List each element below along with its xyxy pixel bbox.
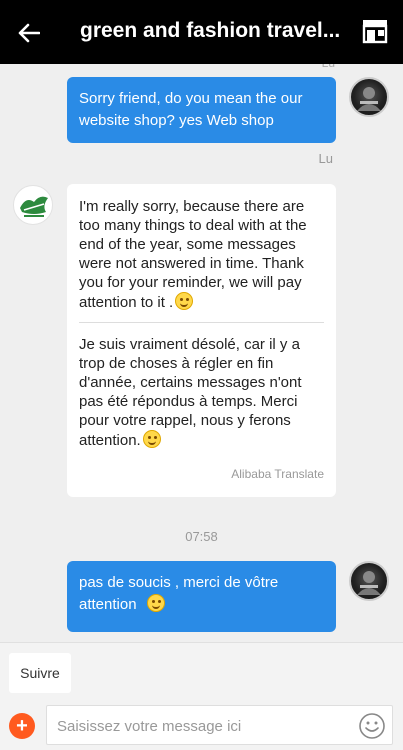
incoming-message[interactable]: I'm really sorry, because there are too …	[67, 184, 336, 497]
timestamp: 07:58	[185, 529, 218, 544]
chat-area[interactable]: Lu Sorry friend, do you mean the our web…	[0, 64, 403, 642]
avatar-image	[357, 87, 381, 111]
translation-divider	[79, 322, 324, 323]
message-input-box[interactable]	[46, 705, 393, 745]
avatar-image	[357, 571, 381, 595]
original-text: I'm really sorry, because there are too …	[79, 198, 307, 311]
quick-reply-button[interactable]: Suivre	[9, 653, 71, 693]
back-button[interactable]	[14, 18, 44, 48]
translated-text: Je suis vraiment désolé, car il y a trop…	[79, 336, 302, 449]
store-button[interactable]	[359, 16, 391, 46]
arrow-left-icon	[18, 23, 40, 43]
smiley-emoji-icon	[146, 594, 165, 612]
store-icon	[362, 20, 388, 44]
message-input[interactable]	[57, 714, 347, 738]
plus-icon: +	[16, 715, 28, 737]
conversation-title: green and fashion travel...	[80, 19, 341, 42]
shop-logo	[20, 196, 48, 217]
shop-avatar[interactable]	[13, 185, 53, 225]
message-text: pas de soucis , merci de vôtre attention	[79, 574, 279, 613]
sender-name: Lu	[318, 151, 333, 166]
emoji-icon[interactable]	[358, 712, 386, 740]
top-bar: green and fashion travel...	[0, 0, 403, 64]
smiley-emoji-icon	[175, 292, 194, 310]
smiley-emoji-icon	[142, 430, 161, 448]
message-text: Sorry friend, do you mean the our websit…	[79, 90, 303, 129]
user-avatar[interactable]	[349, 77, 389, 117]
translation-source-label: Alibaba Translate	[231, 467, 324, 481]
outgoing-message[interactable]: Sorry friend, do you mean the our websit…	[67, 77, 336, 143]
outgoing-message[interactable]: pas de soucis , merci de vôtre attention	[67, 561, 336, 632]
sender-name: Lu	[322, 64, 335, 70]
user-avatar[interactable]	[349, 561, 389, 601]
composer-area: Suivre +	[0, 642, 403, 750]
plus-button[interactable]: +	[9, 713, 35, 739]
